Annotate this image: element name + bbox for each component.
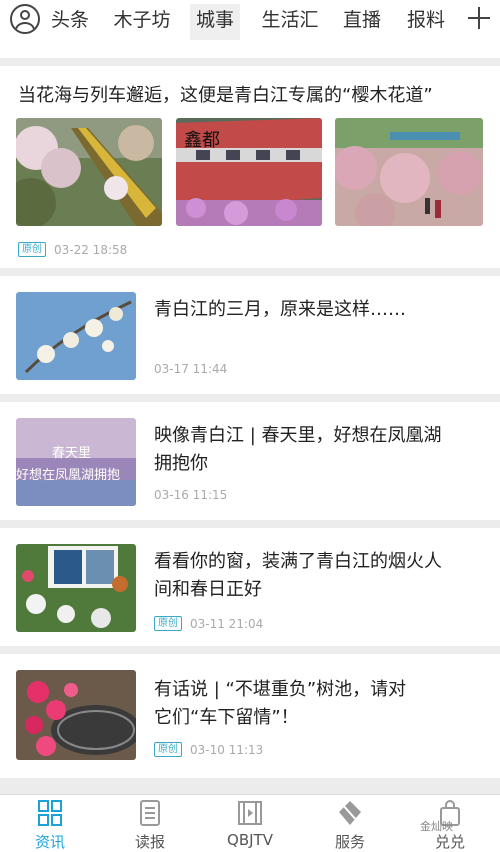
bottom-nav-label: 读报: [134, 833, 165, 851]
add-channel-icon[interactable]: [466, 2, 492, 36]
top-nav: 头条 木子坊 城事 生活汇 直播 报料: [0, 0, 500, 58]
article-meta-1: 03-17 11:44: [154, 362, 227, 376]
featured-image-1: [16, 118, 162, 226]
thumb-text-2: 好想在凤凰湖拥抱: [16, 468, 121, 483]
bottom-nav-label: 资讯: [34, 833, 65, 851]
article-meta-4: 原创 03-10 11:13: [154, 742, 263, 757]
newspaper-icon: [138, 800, 162, 826]
article-title-4-line1: 有话说 | “不堪重负”树池，请对: [154, 679, 407, 700]
bottom-nav-news[interactable]: 资讯: [0, 795, 100, 852]
article-title-2: 映像青白江 | 春天里，好想在凤凰湖 拥抱你: [154, 422, 484, 478]
article-time-1: 03-17 11:44: [154, 362, 228, 376]
article-card-1[interactable]: 青白江的三月，原来是这样…… 03-17 11:44: [0, 276, 500, 394]
featured-time: 03-22 18:58: [54, 242, 128, 257]
bottom-nav-label: QBJTV: [227, 831, 273, 849]
article-meta-3: 原创 03-11 21:04: [154, 616, 263, 631]
tab-shenghuohui[interactable]: 生活汇: [256, 4, 324, 40]
bottom-nav-label: 服务: [334, 833, 365, 851]
article-thumb-2: 春天里 好想在凤凰湖拥抱: [16, 418, 136, 506]
featured-image-3: [335, 118, 483, 226]
article-title-1: 青白江的三月，原来是这样……: [154, 299, 406, 320]
film-icon: [238, 800, 262, 826]
thumb-text-1: 春天里: [52, 446, 92, 461]
article-title-4: 有话说 | “不堪重负”树池，请对 它们“车下留情”！: [154, 676, 484, 732]
article-title-3-line2: 间和春日正好: [154, 579, 262, 600]
tab-baoliao[interactable]: 报料: [404, 4, 448, 40]
featured-image-2: 鑫都: [176, 118, 322, 226]
user-avatar-icon[interactable]: [10, 4, 40, 34]
article-title-4-line2: 它们“车下留情”！: [154, 707, 299, 728]
featured-image-overlay-text: 鑫都: [184, 130, 220, 151]
article-title-3-line1: 看看你的窗，装满了青白江的烟火人: [154, 551, 442, 572]
original-badge: 原创: [154, 742, 182, 757]
watermark: 金灿映: [420, 820, 453, 833]
tab-muzifang[interactable]: 木子坊: [108, 4, 176, 40]
featured-meta: 原创 03-22 18:58: [18, 242, 127, 257]
tab-zhibo[interactable]: 直播: [340, 4, 384, 40]
article-card-2[interactable]: 春天里 好想在凤凰湖拥抱 映像青白江 | 春天里，好想在凤凰湖 拥抱你 03-1…: [0, 402, 500, 520]
article-time-3: 03-11 21:04: [190, 616, 264, 631]
bottom-nav-tv[interactable]: QBJTV: [200, 795, 300, 852]
featured-title: 当花海与列车邂逅，这便是青白江专属的“樱木花道”: [18, 85, 433, 106]
article-title-2-line1: 映像青白江 | 春天里，好想在凤凰湖: [154, 425, 442, 446]
original-badge: 原创: [154, 616, 182, 631]
bottom-nav-paper[interactable]: 读报: [100, 795, 200, 852]
original-badge: 原创: [18, 242, 46, 257]
grid-icon: [38, 800, 62, 826]
article-title-2-line2: 拥抱你: [154, 453, 208, 474]
featured-article-card[interactable]: 当花海与列车邂逅，这便是青白江专属的“樱木花道” 鑫都 原创 03-22 18:…: [0, 66, 500, 268]
article-time-2: 03-16 11:15: [154, 488, 228, 502]
tab-toutiao[interactable]: 头条: [48, 4, 92, 40]
article-time-4: 03-10 11:13: [190, 742, 264, 757]
article-meta-2: 03-16 11:15: [154, 488, 227, 502]
bottom-nav-service[interactable]: 服务: [300, 795, 400, 852]
article-thumb-4: [16, 670, 136, 760]
article-card-3[interactable]: 看看你的窗，装满了青白江的烟火人 间和春日正好 原创 03-11 21:04: [0, 528, 500, 646]
bottom-nav-label: 兑兑: [434, 833, 465, 851]
article-thumb-1: [16, 292, 136, 380]
article-title-3: 看看你的窗，装满了青白江的烟火人 间和春日正好: [154, 548, 484, 604]
article-thumb-3: [16, 544, 136, 632]
service-icon: [338, 800, 362, 826]
tab-chengshi[interactable]: 城事: [190, 4, 240, 40]
article-card-4[interactable]: 有话说 | “不堪重负”树池，请对 它们“车下留情”！ 原创 03-10 11:…: [0, 654, 500, 778]
